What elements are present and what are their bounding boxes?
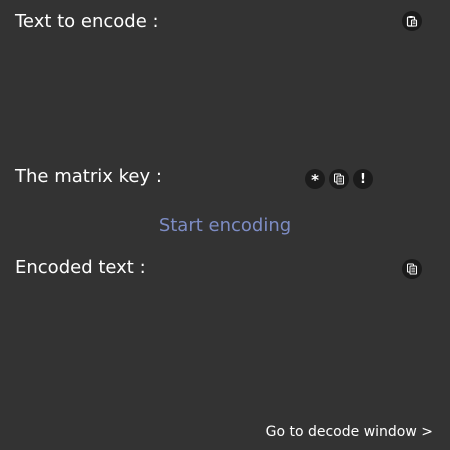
copy-encoded-button[interactable] — [402, 259, 422, 279]
copy-key-button[interactable] — [329, 169, 349, 189]
key-info-button[interactable]: ! — [353, 169, 373, 189]
go-to-decode-link[interactable]: Go to decode window > — [266, 423, 433, 441]
encoded-text-output[interactable] — [15, 286, 435, 411]
encoded-text-label: Encoded text : — [15, 257, 146, 278]
generate-key-button[interactable]: * — [305, 169, 325, 189]
text-to-encode-input[interactable] — [15, 40, 435, 160]
copy-icon — [406, 263, 418, 275]
exclamation-icon: ! — [360, 171, 366, 187]
start-encoding-button[interactable]: Start encoding — [125, 214, 325, 238]
matrix-key-label: The matrix key : — [15, 166, 162, 187]
matrix-key-input[interactable] — [165, 169, 295, 189]
paste-button[interactable] — [402, 11, 422, 31]
asterisk-icon: * — [311, 171, 319, 189]
text-to-encode-label: Text to encode : — [15, 11, 159, 32]
clipboard-paste-icon — [406, 15, 418, 27]
copy-icon — [333, 173, 345, 185]
